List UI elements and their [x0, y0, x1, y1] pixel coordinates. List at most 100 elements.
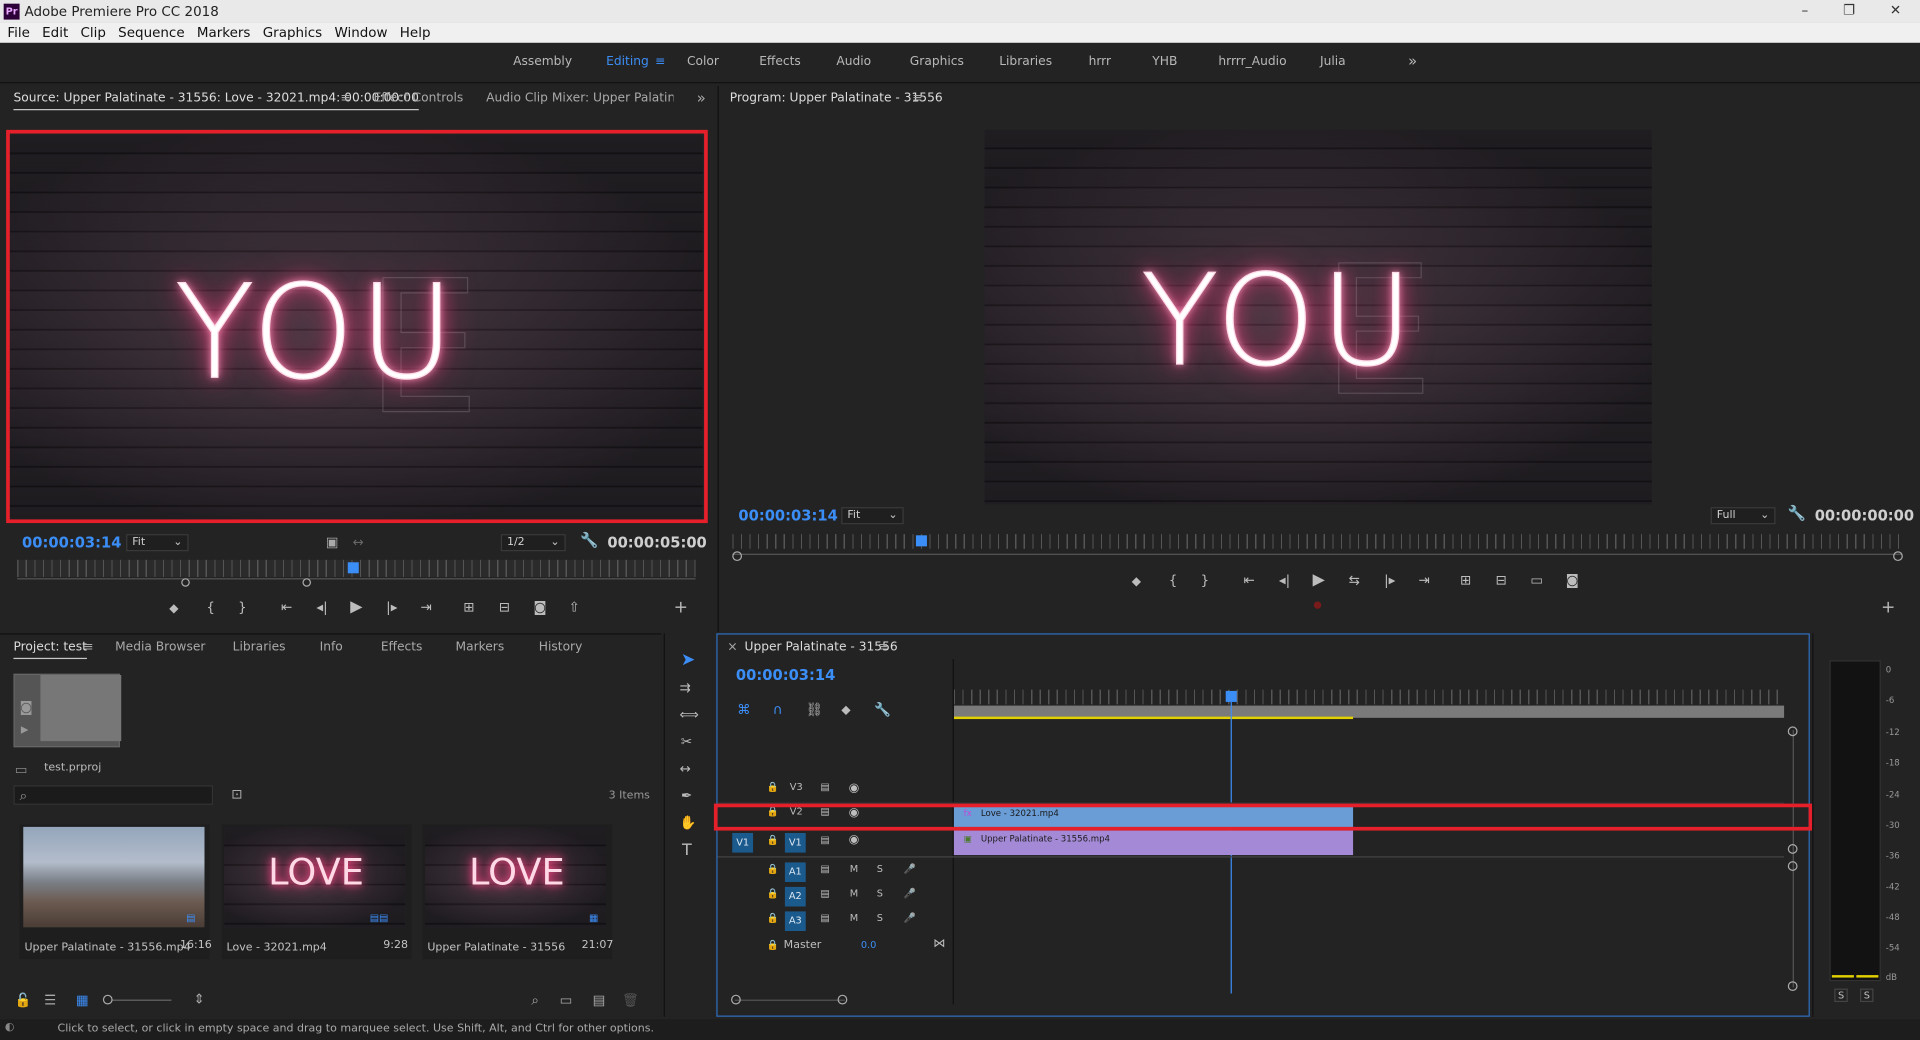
solo-button[interactable]: S	[877, 888, 883, 899]
sync-lock-icon[interactable]: ▤	[820, 864, 829, 875]
microphone-icon[interactable]: 🎤	[904, 888, 916, 899]
workspace-effects[interactable]: Effects	[759, 55, 801, 68]
more-workspaces-icon[interactable]: »	[1408, 53, 1417, 70]
source-patch-v1[interactable]: V1	[732, 833, 754, 853]
export-frame-icon[interactable]: ◙	[530, 599, 550, 615]
zoom-slider[interactable]	[105, 999, 172, 1001]
timeline-menu-icon[interactable]: ≡	[878, 641, 888, 654]
type-tool-icon[interactable]: T	[682, 842, 692, 860]
program-zoom-dropdown[interactable]: Fit ⌄	[841, 507, 904, 525]
go-to-in-icon[interactable]: ⇤	[277, 599, 297, 615]
scroll-handle[interactable]	[1787, 861, 1798, 871]
mute-button[interactable]: M	[850, 864, 858, 875]
extract-icon[interactable]: ⊟	[1491, 572, 1511, 588]
eye-icon[interactable]: ◉	[849, 782, 860, 795]
tab-libraries[interactable]: Libraries	[233, 641, 286, 654]
tab-history[interactable]: History	[539, 641, 583, 654]
project-menu-icon[interactable]: ≡	[83, 641, 93, 654]
maximize-button[interactable]: ❐	[1831, 0, 1868, 22]
source-zoom-dropdown[interactable]: Fit ⌄	[126, 534, 189, 552]
wrench-icon[interactable]: 🔧	[1788, 505, 1806, 522]
source-resolution-dropdown[interactable]: 1/2 ⌄	[500, 534, 566, 552]
workspace-hrrrr-audio[interactable]: hrrrr_Audio	[1218, 55, 1286, 68]
list-view-icon[interactable]: ☰	[44, 992, 56, 1008]
solo-button[interactable]: S	[877, 864, 883, 875]
export-frame-icon[interactable]: ◙	[1562, 572, 1582, 588]
lock-icon[interactable]: 🔒	[767, 940, 779, 951]
tab-source[interactable]: Source: Upper Palatinate - 31556: Love -…	[13, 92, 419, 111]
lift-icon[interactable]: ⊞	[1456, 572, 1476, 588]
workspace-yhb[interactable]: YHB	[1152, 55, 1177, 68]
lock-icon[interactable]: 🔓	[15, 992, 32, 1008]
microphone-icon[interactable]: 🎤	[904, 864, 916, 875]
mark-out-icon[interactable]: }	[233, 599, 253, 615]
zoom-handle-left[interactable]	[732, 551, 743, 562]
source-menu-icon[interactable]: ≡	[340, 92, 350, 105]
menu-edit[interactable]: Edit	[42, 25, 68, 41]
workspace-julia[interactable]: Julia	[1320, 55, 1346, 68]
play-icon[interactable]: ▶	[347, 598, 367, 616]
tab-project[interactable]: Project: test	[13, 641, 87, 660]
mark-in-icon[interactable]: {	[201, 599, 221, 615]
add-marker-icon[interactable]: ⬥	[164, 600, 184, 617]
menu-help[interactable]: Help	[400, 25, 431, 41]
menu-window[interactable]: Window	[334, 25, 387, 41]
solo-right-button[interactable]: S	[1860, 988, 1874, 1003]
program-time-ruler[interactable]	[732, 534, 1902, 549]
menu-file[interactable]: File	[7, 25, 30, 41]
mark-out-icon[interactable]: }	[1195, 572, 1215, 588]
clip-upper-palatinate[interactable]: ▣ Upper Palatinate - 31556.mp4	[953, 830, 1354, 856]
tab-effects[interactable]: Effects	[381, 641, 423, 654]
master-volume[interactable]: 0.0	[861, 940, 877, 951]
timeline-ruler[interactable]	[953, 689, 1785, 705]
timeline-timecode[interactable]: 00:00:03:14	[736, 666, 835, 683]
nest-icon[interactable]: ⌘	[737, 702, 750, 718]
track-name[interactable]: A2	[784, 886, 806, 907]
loop-icon[interactable]: ⇆	[1345, 572, 1365, 588]
go-to-out-icon[interactable]: ⇥	[416, 599, 436, 615]
selection-tool-icon[interactable]: ➤	[681, 650, 695, 670]
play-preview-icon[interactable]: ▶	[21, 724, 29, 735]
zoom-handle-left[interactable]	[181, 578, 190, 587]
insert-clip-icon[interactable]: ⊞	[459, 599, 479, 615]
program-menu-icon[interactable]: ≡	[912, 92, 922, 105]
new-item-icon[interactable]: ▤	[593, 992, 606, 1008]
program-quality-dropdown[interactable]: Full ⌄	[1710, 507, 1776, 525]
program-video-frame[interactable]: E YOU	[984, 129, 1652, 505]
project-item[interactable]: LOVE ▦ Upper Palatinate - 31556 21:07	[422, 824, 613, 960]
menu-graphics[interactable]: Graphics	[263, 25, 322, 41]
solo-button[interactable]: S	[877, 913, 883, 924]
trash-icon[interactable]: 🗑	[622, 992, 639, 1008]
pen-tool-icon[interactable]: ✒	[681, 788, 692, 804]
minimize-button[interactable]: –	[1787, 0, 1824, 22]
tab-media-browser[interactable]: Media Browser	[115, 641, 205, 654]
new-bin-from-search-icon[interactable]: ⊡	[231, 786, 242, 802]
tab-info[interactable]: Info	[320, 641, 343, 654]
step-back-icon[interactable]: ◂|	[1275, 572, 1295, 588]
menu-sequence[interactable]: Sequence	[118, 25, 184, 41]
source-zoom-bar[interactable]	[17, 578, 696, 585]
settings-drop-icon[interactable]: ▣	[326, 534, 339, 550]
program-timecode[interactable]: 00:00:03:14	[738, 507, 837, 524]
program-title[interactable]: Program: Upper Palatinate - 31556	[730, 92, 943, 105]
lock-icon[interactable]: 🔒	[767, 864, 779, 875]
wrench-icon[interactable]: 🔧	[580, 532, 598, 549]
workspace-audio[interactable]: Audio	[836, 55, 871, 68]
timeline-settings-icon[interactable]: 🔧	[874, 702, 891, 718]
sort-icon[interactable]: ⇕	[193, 991, 204, 1007]
add-marker-icon[interactable]: ⬥	[1127, 573, 1147, 590]
linked-selection-icon[interactable]: ⛓	[806, 702, 823, 718]
step-back-icon[interactable]: ◂|	[312, 599, 332, 615]
mute-button[interactable]: M	[850, 888, 858, 899]
go-to-in-icon[interactable]: ⇤	[1239, 572, 1259, 588]
track-name[interactable]: V3	[790, 782, 803, 793]
tab-markers[interactable]: Markers	[456, 641, 505, 654]
add-button-icon[interactable]: +	[671, 598, 691, 618]
source-timecode[interactable]: 00:00:03:14	[22, 534, 121, 551]
menu-clip[interactable]: Clip	[80, 25, 105, 41]
menu-markers[interactable]: Markers	[197, 25, 251, 41]
project-item[interactable]: LOVE ▤▤ Love - 32021.mp4 9:28	[221, 824, 412, 960]
program-playhead[interactable]	[915, 535, 927, 547]
go-to-out-icon[interactable]: ⇥	[1414, 572, 1434, 588]
workspace-color[interactable]: Color	[687, 55, 719, 68]
